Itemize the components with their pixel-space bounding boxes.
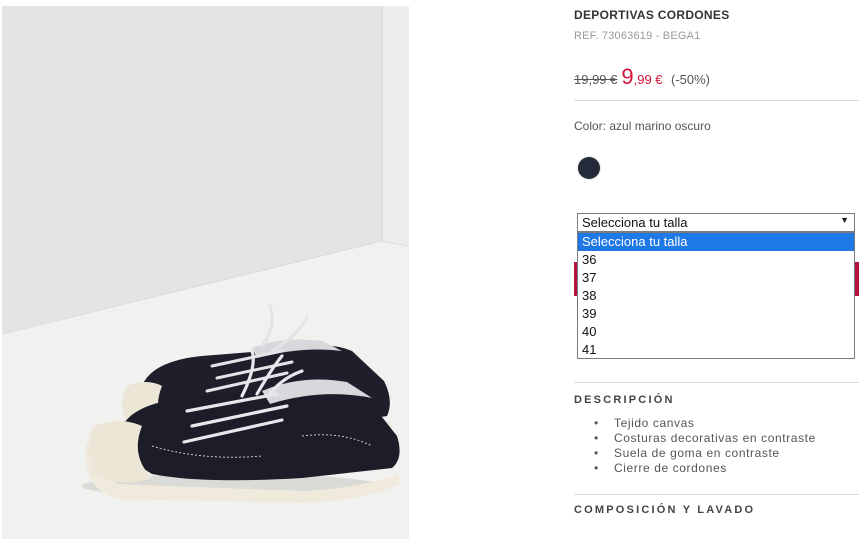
- list-item: Suela de goma en contraste: [594, 446, 816, 461]
- color-line: Color: azul marino oscuro: [574, 119, 711, 133]
- product-reference: REF. 73063619 - BEGA1: [574, 30, 701, 42]
- old-price: 19,99 €: [574, 72, 618, 87]
- price-row: 19,99 €9,99 € (-50%): [574, 64, 710, 90]
- size-option[interactable]: 37: [578, 269, 854, 287]
- description-title[interactable]: DESCRIPCIÓN: [574, 394, 675, 406]
- divider: [574, 382, 859, 383]
- size-option[interactable]: 39: [578, 305, 854, 323]
- size-option[interactable]: 41: [578, 341, 854, 359]
- sneaker-photo: [2, 6, 409, 539]
- product-info: DEPORTIVAS CORDONES REF. 73063619 - BEGA…: [574, 0, 859, 539]
- divider: [574, 494, 859, 495]
- size-select-value: Selecciona tu talla: [582, 215, 688, 230]
- size-dropdown-list: Selecciona tu talla 36 37 38 39 40 41: [577, 232, 855, 359]
- composition-title[interactable]: COMPOSICIÓN Y LAVADO: [574, 504, 755, 516]
- discount-badge: (-50%): [671, 72, 711, 87]
- color-label: Color:: [574, 119, 607, 133]
- divider: [574, 100, 859, 101]
- color-value: azul marino oscuro: [609, 119, 711, 133]
- product-image[interactable]: [2, 6, 409, 539]
- size-select[interactable]: Selecciona tu talla ▼: [577, 213, 855, 232]
- size-option[interactable]: 36: [578, 251, 854, 269]
- size-option[interactable]: 38: [578, 287, 854, 305]
- color-swatch[interactable]: [578, 157, 600, 179]
- list-item: Costuras decorativas en contraste: [594, 431, 816, 446]
- list-item: Tejido canvas: [594, 416, 816, 431]
- new-price-decimal: ,99 €: [633, 72, 663, 87]
- product-page: DEPORTIVAS CORDONES REF. 73063619 - BEGA…: [0, 0, 859, 539]
- new-price-integer: 9: [621, 64, 634, 89]
- size-option[interactable]: Selecciona tu talla: [578, 233, 854, 251]
- chevron-down-icon: ▼: [840, 215, 849, 225]
- description-list: Tejido canvas Costuras decorativas en co…: [594, 416, 816, 476]
- list-item: Cierre de cordones: [594, 461, 816, 476]
- size-option[interactable]: 40: [578, 323, 854, 341]
- product-title: DEPORTIVAS CORDONES: [574, 8, 730, 22]
